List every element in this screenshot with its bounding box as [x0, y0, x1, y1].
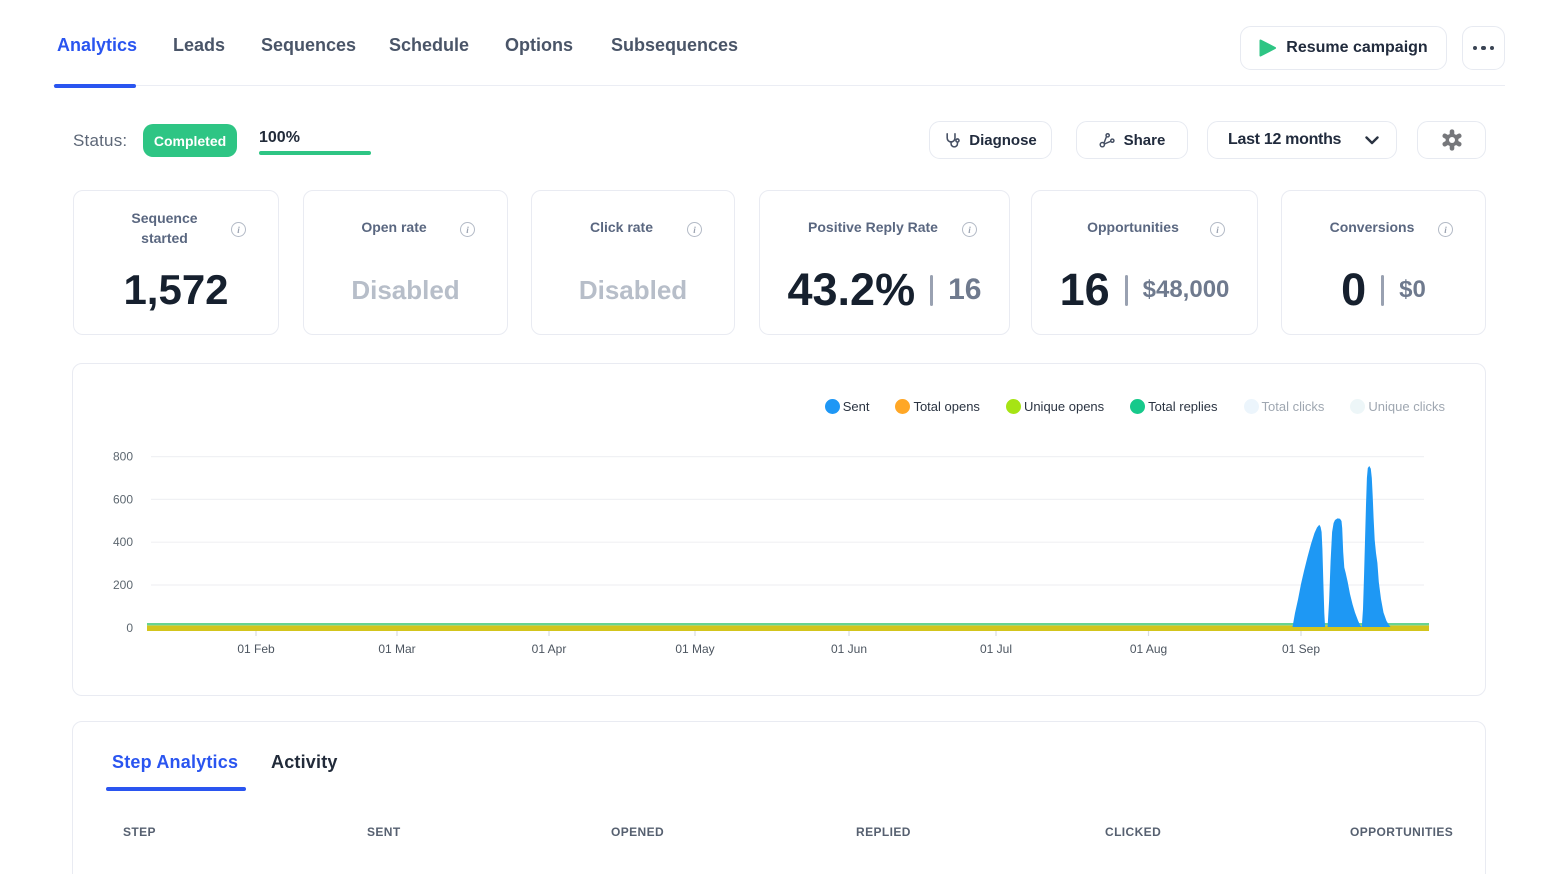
svg-text:400: 400: [113, 535, 133, 549]
svg-text:600: 600: [113, 492, 133, 506]
svg-text:01 Aug: 01 Aug: [1130, 642, 1167, 656]
svg-text:01 Sep: 01 Sep: [1282, 642, 1320, 656]
svg-text:01 Jun: 01 Jun: [831, 642, 867, 656]
svg-text:800: 800: [113, 450, 133, 464]
svg-text:01 Mar: 01 Mar: [378, 642, 415, 656]
svg-text:01 May: 01 May: [675, 642, 714, 656]
svg-text:200: 200: [113, 578, 133, 592]
svg-text:01 Apr: 01 Apr: [532, 642, 567, 656]
svg-text:01 Feb: 01 Feb: [237, 642, 275, 656]
svg-text:0: 0: [126, 621, 133, 635]
svg-text:01 Jul: 01 Jul: [980, 642, 1012, 656]
